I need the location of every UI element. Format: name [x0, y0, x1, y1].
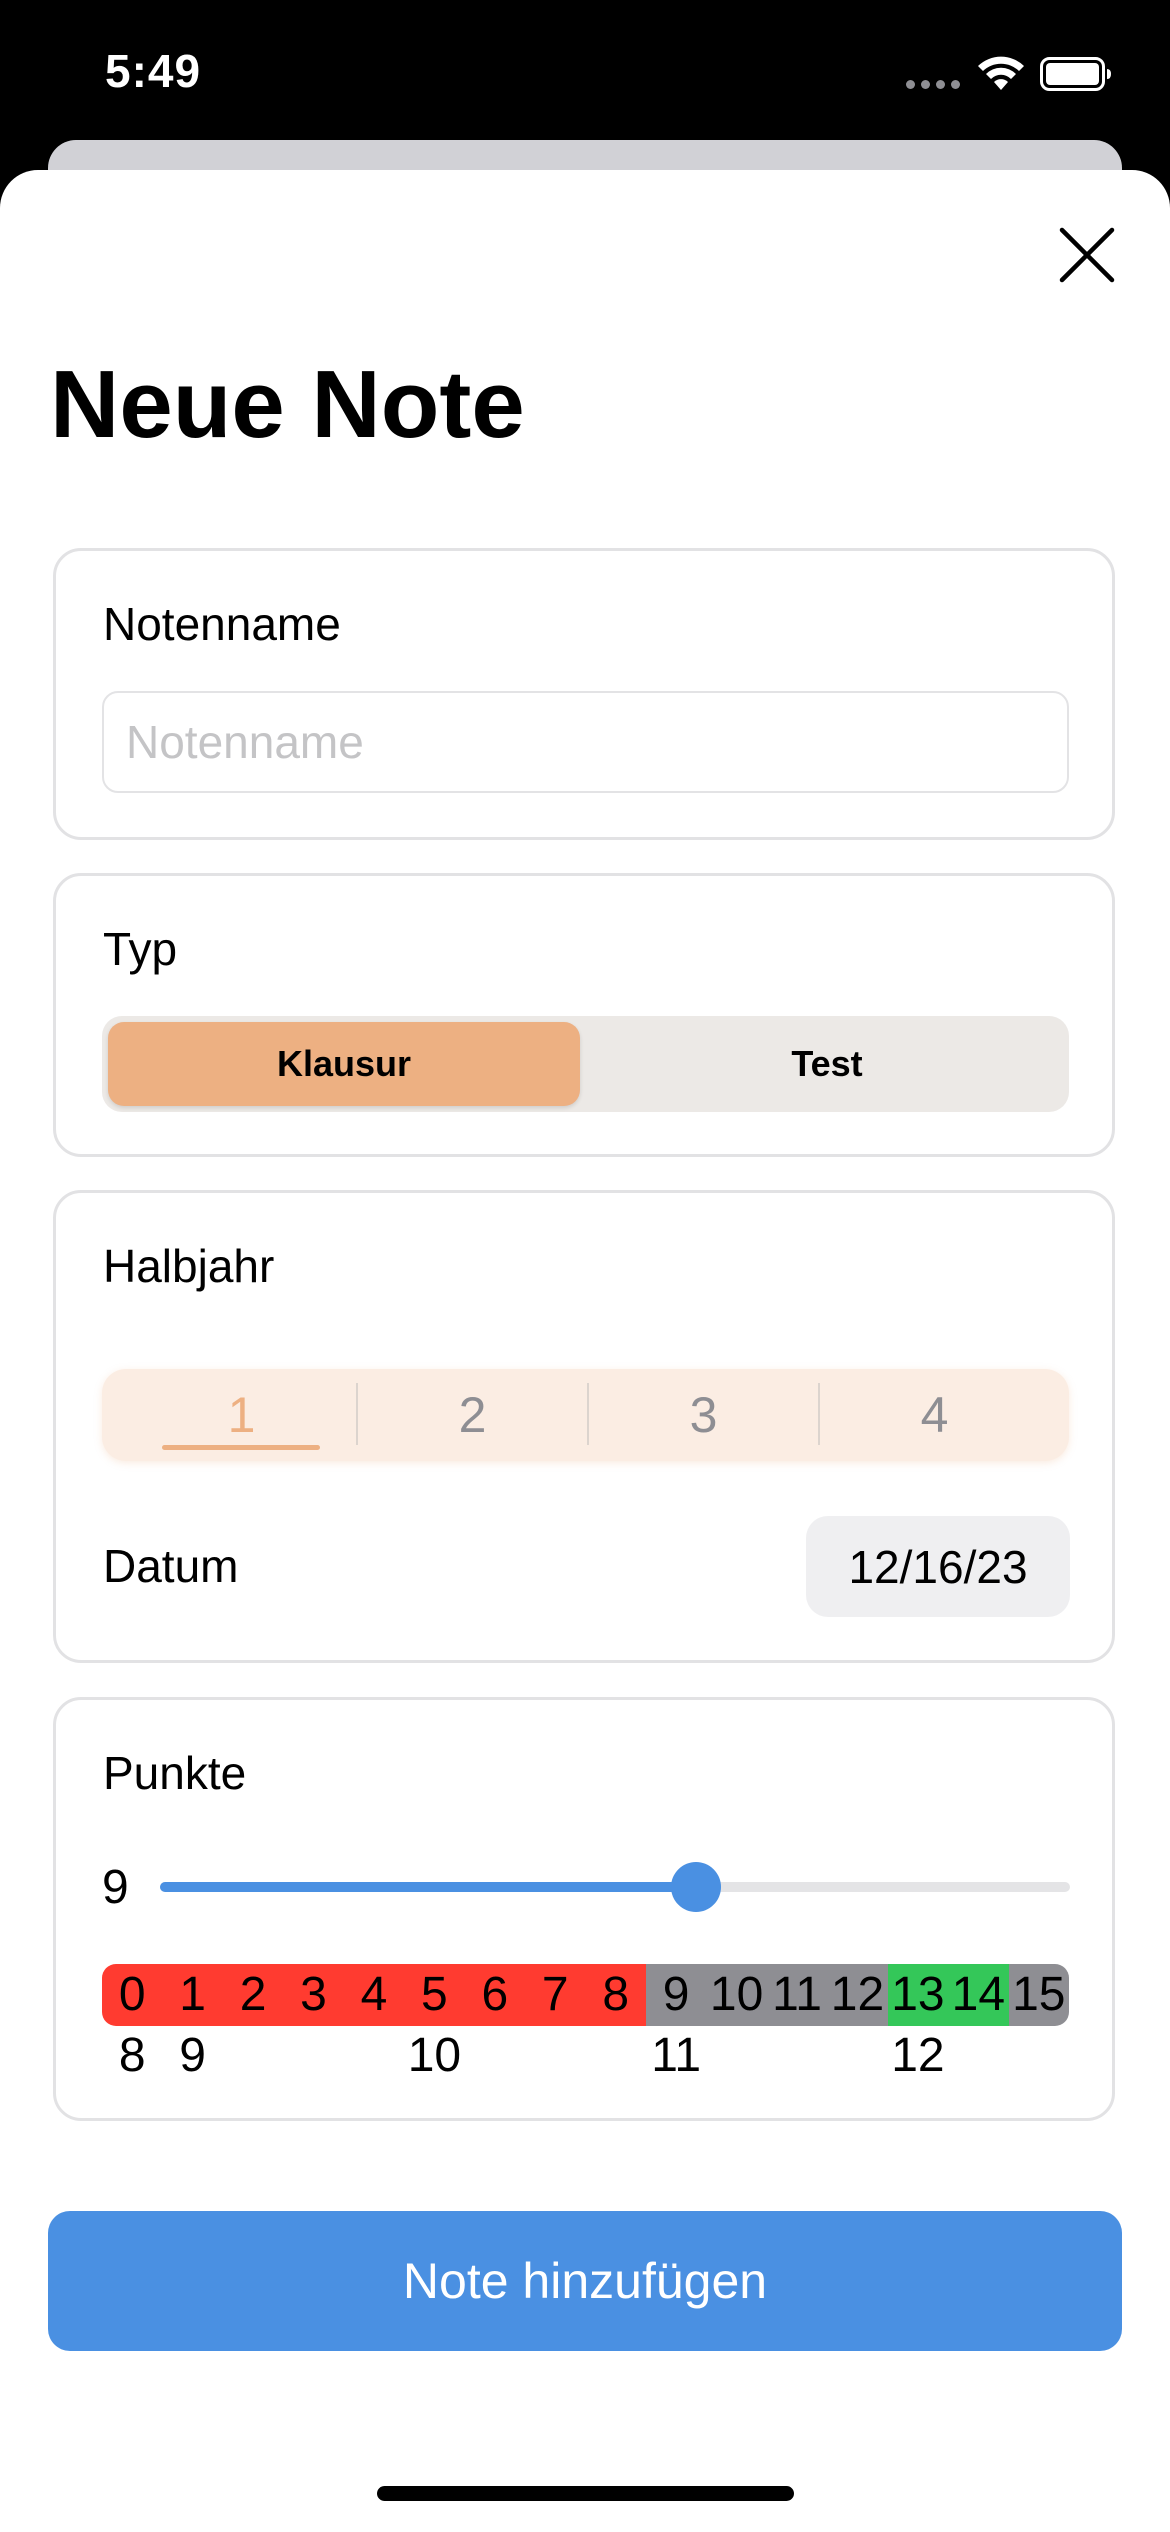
scale-number: 12 — [830, 1968, 885, 2021]
scale-number: 9 — [662, 1968, 690, 2021]
add-grade-button[interactable]: Note hinzufügen — [48, 2211, 1122, 2351]
scale-number: 5 — [421, 1968, 448, 2021]
scale-number: 6 — [481, 1968, 509, 2021]
semester-selection-indicator — [162, 1445, 320, 1450]
cellular-signal-icon — [906, 80, 960, 89]
scale-number: 14 — [951, 1968, 1006, 2021]
points-slider-thumb[interactable] — [671, 1862, 721, 1912]
points-card: Punkte 9 0 1 2 3 4 5 6 7 8 9 10 11 12 13 14 15 8 9 10 11 12 — [53, 1697, 1115, 2121]
scale-sub-number: 12 — [891, 2029, 945, 2082]
scale-number: 2 — [239, 1968, 267, 2021]
points-value: 9 — [102, 1861, 129, 1914]
home-indicator — [377, 2486, 794, 2501]
scale-sub-number: 9 — [179, 2029, 206, 2082]
scale-number: 11 — [772, 1968, 822, 2021]
date-picker-button[interactable]: 12/16/23 — [806, 1516, 1070, 1617]
semester-option-3[interactable]: 3 — [588, 1369, 819, 1461]
scale-number: 3 — [300, 1968, 327, 2021]
scale-number: 1 — [179, 1968, 206, 2021]
scale-number: 4 — [360, 1968, 388, 2021]
semester-label: Halbjahr — [103, 1240, 275, 1292]
points-scale-bar: 0 1 2 3 4 5 6 7 8 9 10 11 12 13 14 15 — [102, 1964, 1069, 2026]
type-segmented-control: Klausur Test — [102, 1016, 1069, 1112]
page-title: Neue Note — [50, 351, 525, 458]
scale-number: 8 — [602, 1968, 630, 2021]
name-input[interactable] — [102, 691, 1069, 793]
semester-picker: 1 2 3 4 — [102, 1369, 1069, 1461]
type-label: Typ — [103, 923, 178, 975]
points-slider-fill — [160, 1882, 696, 1892]
type-card: Typ Klausur Test — [53, 873, 1115, 1157]
scale-number: 10 — [709, 1968, 764, 2021]
name-card: Notenname — [53, 548, 1115, 840]
wifi-icon — [978, 56, 1024, 90]
semester-option-4[interactable]: 4 — [819, 1369, 1050, 1461]
scale-number: 7 — [541, 1968, 569, 2021]
name-label: Notenname — [103, 598, 341, 650]
type-option-test[interactable]: Test — [591, 1022, 1063, 1106]
close-icon[interactable] — [1056, 224, 1118, 286]
scale-number: 0 — [118, 1968, 146, 2021]
scale-number: 15 — [1012, 1968, 1066, 2021]
battery-icon — [1040, 57, 1111, 91]
scale-sub-number: 10 — [407, 2029, 462, 2082]
type-option-klausur[interactable]: Klausur — [108, 1022, 580, 1106]
scale-sub-number: 11 — [651, 2029, 702, 2082]
date-label: Datum — [103, 1540, 239, 1592]
scale-number: 13 — [891, 1968, 945, 2021]
status-bar: 5:49 — [0, 0, 1170, 150]
semester-option-2[interactable]: 2 — [357, 1369, 588, 1461]
points-label: Punkte — [103, 1747, 247, 1799]
status-time: 5:49 — [105, 45, 202, 97]
semester-card: Halbjahr 1 2 3 4 Datum 12/16/23 — [53, 1190, 1115, 1663]
